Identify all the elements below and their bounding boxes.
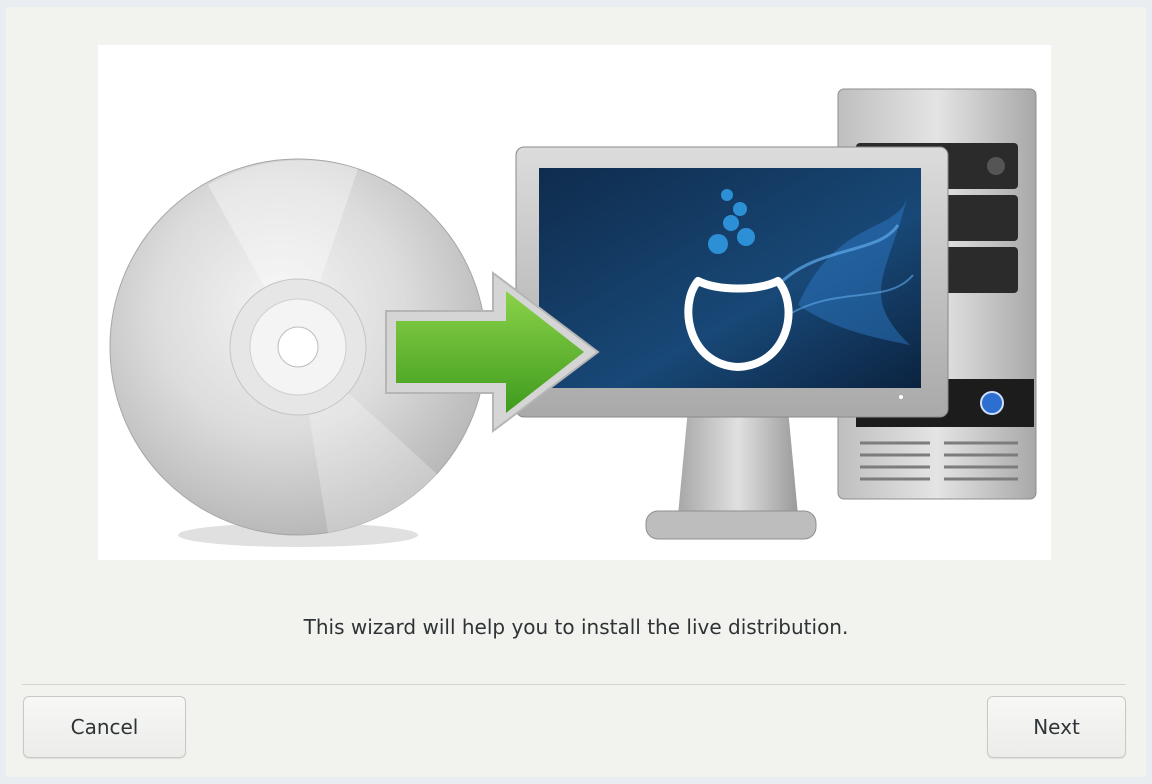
live-install-illustration	[109, 88, 1037, 547]
separator	[22, 684, 1126, 685]
monitor	[515, 146, 949, 418]
installer-window: This wizard will help you to install the…	[6, 7, 1146, 777]
monitor-stand	[645, 409, 817, 540]
next-button[interactable]: Next	[987, 696, 1126, 758]
cancel-button[interactable]: Cancel	[23, 696, 186, 758]
hero-illustration	[98, 45, 1051, 560]
wizard-message: This wizard will help you to install the…	[303, 615, 849, 639]
